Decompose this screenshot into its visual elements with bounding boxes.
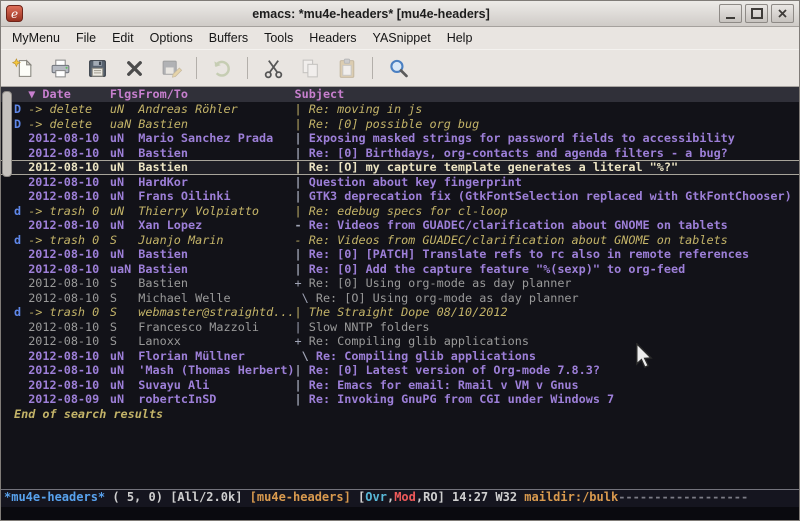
cut-icon[interactable] (259, 54, 287, 82)
menu-mymenu[interactable]: MyMenu (4, 28, 68, 48)
scrollbar-thumb[interactable] (2, 91, 12, 177)
message-row[interactable]: D-> deleteuaNBastien| Re: [0] possible o… (1, 117, 799, 132)
maximize-icon (751, 8, 763, 19)
search-icon[interactable] (384, 54, 412, 82)
save-icon[interactable] (83, 54, 111, 82)
menu-yasnippet[interactable]: YASnippet (365, 28, 439, 48)
message-row[interactable]: 2012-08-10uNFlorian Müllner \ Re: Compil… (1, 349, 799, 364)
modeline-segment: [mu4e-headers] (250, 490, 351, 504)
message-row[interactable]: 2012-08-10uNMario Sanchez Prada| Exposin… (1, 131, 799, 146)
window-controls (719, 4, 794, 23)
menu-headers[interactable]: Headers (301, 28, 364, 48)
emacs-window: e emacs: *mu4e-headers* [mu4e-headers] M… (0, 0, 800, 521)
toolbar (1, 49, 799, 87)
modeline-segment: ------------------ (618, 490, 748, 504)
message-row[interactable]: 2012-08-10SMichael Welle \ Re: [O] Using… (1, 291, 799, 306)
header-column-flgs: Flgs (110, 87, 138, 102)
message-row[interactable]: 2012-08-10uNHardKor| Question about key … (1, 175, 799, 190)
toolbar-separator (372, 57, 373, 79)
modeline-segment: ,RO] (416, 490, 452, 504)
message-row[interactable]: d-> trash 0Swebmaster@straightd...| The … (1, 305, 799, 320)
modeline-segment: Ovr (365, 490, 387, 504)
new-file-icon[interactable] (9, 54, 37, 82)
menu-file[interactable]: File (68, 28, 104, 48)
close-icon (778, 9, 787, 18)
modeline[interactable]: *mu4e-headers* ( 5, 0) [All/2.0k] [mu4e-… (1, 489, 799, 507)
mouse-cursor (635, 343, 653, 369)
toolbar-separator (247, 57, 248, 79)
modeline-segment: [ (351, 490, 365, 504)
header-column-subject: Subject (295, 87, 345, 102)
titlebar[interactable]: e emacs: *mu4e-headers* [mu4e-headers] (1, 1, 799, 27)
save-as-icon (157, 54, 185, 82)
modeline-segment: [All/2.0k] (170, 490, 249, 504)
window-title: emacs: *mu4e-headers* [mu4e-headers] (27, 7, 715, 21)
message-row[interactable]: 2012-08-10uNBastien| Re: [O] my capture … (1, 160, 799, 175)
message-list: D-> deleteuNAndreas Röhler| Re: moving i… (1, 102, 799, 407)
menu-tools[interactable]: Tools (256, 28, 301, 48)
close-button[interactable] (771, 4, 794, 23)
message-row[interactable]: 2012-08-10uaNBastien| Re: [0] Add the ca… (1, 262, 799, 277)
undo-icon (208, 54, 236, 82)
echo-area[interactable] (1, 507, 799, 521)
message-row[interactable]: 2012-08-10SFrancesco Mazzoli| Slow NNTP … (1, 320, 799, 335)
maximize-button[interactable] (745, 4, 768, 23)
message-row[interactable]: 2012-08-10uNFrans Oilinki| GTK3 deprecat… (1, 189, 799, 204)
header-column-from-to: From/To (138, 87, 188, 102)
menu-buffers[interactable]: Buffers (201, 28, 256, 48)
message-row[interactable]: d-> trash 0uNThierry Volpiatto| Re: edeb… (1, 204, 799, 219)
message-row[interactable]: d-> trash 0SJuanjo Marin- Re: Videos fro… (1, 233, 799, 248)
sort-indicator[interactable]: ▼ (28, 87, 35, 102)
end-of-results: End of search results (1, 407, 799, 422)
close-buffer-icon[interactable] (120, 54, 148, 82)
message-row[interactable]: 2012-08-10uN'Mash (Thomas Herbert)| Re: … (1, 363, 799, 378)
svg-text:e: e (11, 7, 18, 21)
minimize-button[interactable] (719, 4, 742, 23)
modeline-segment: ( 5, 0) (105, 490, 170, 504)
message-row[interactable]: 2012-08-10uNXan Lopez- Re: Videos from G… (1, 218, 799, 233)
message-row[interactable]: 2012-08-10SBastien+ Re: [0] Using org-mo… (1, 276, 799, 291)
menubar: MyMenuFileEditOptionsBuffersToolsHeaders… (1, 27, 799, 49)
modeline-segment: *mu4e-headers* (4, 490, 105, 504)
message-row[interactable]: 2012-08-09uNrobertcInSD| Re: Invoking Gn… (1, 392, 799, 407)
menu-help[interactable]: Help (439, 28, 481, 48)
paste-icon (333, 54, 361, 82)
message-row[interactable]: 2012-08-10uNBastien| Re: [0] Birthdays, … (1, 146, 799, 161)
header-column-date: Date (42, 87, 70, 102)
minimize-icon (726, 17, 735, 19)
buffer-area[interactable]: ▼ Date FlgsFrom/To Subject D-> deleteuNAnd… (1, 87, 799, 489)
modeline-segment: 14:27 W32 (452, 490, 524, 504)
modeline-segment: Mod (394, 490, 416, 504)
message-row[interactable]: 2012-08-10uNSuvayu Ali| Re: Emacs for em… (1, 378, 799, 393)
toolbar-separator (196, 57, 197, 79)
modeline-segment: maildir:/bulk (524, 490, 618, 504)
message-row[interactable]: 2012-08-10SLanoxx+ Re: Compiling glib ap… (1, 334, 799, 349)
copy-icon (296, 54, 324, 82)
header-line: ▼ Date FlgsFrom/To Subject (1, 87, 799, 102)
message-row[interactable]: 2012-08-10uNBastien| Re: [0] [PATCH] Tra… (1, 247, 799, 262)
emacs-icon[interactable]: e (6, 5, 23, 22)
print-icon[interactable] (46, 54, 74, 82)
menu-edit[interactable]: Edit (104, 28, 142, 48)
message-row[interactable]: D-> deleteuNAndreas Röhler| Re: moving i… (1, 102, 799, 117)
menu-options[interactable]: Options (142, 28, 201, 48)
